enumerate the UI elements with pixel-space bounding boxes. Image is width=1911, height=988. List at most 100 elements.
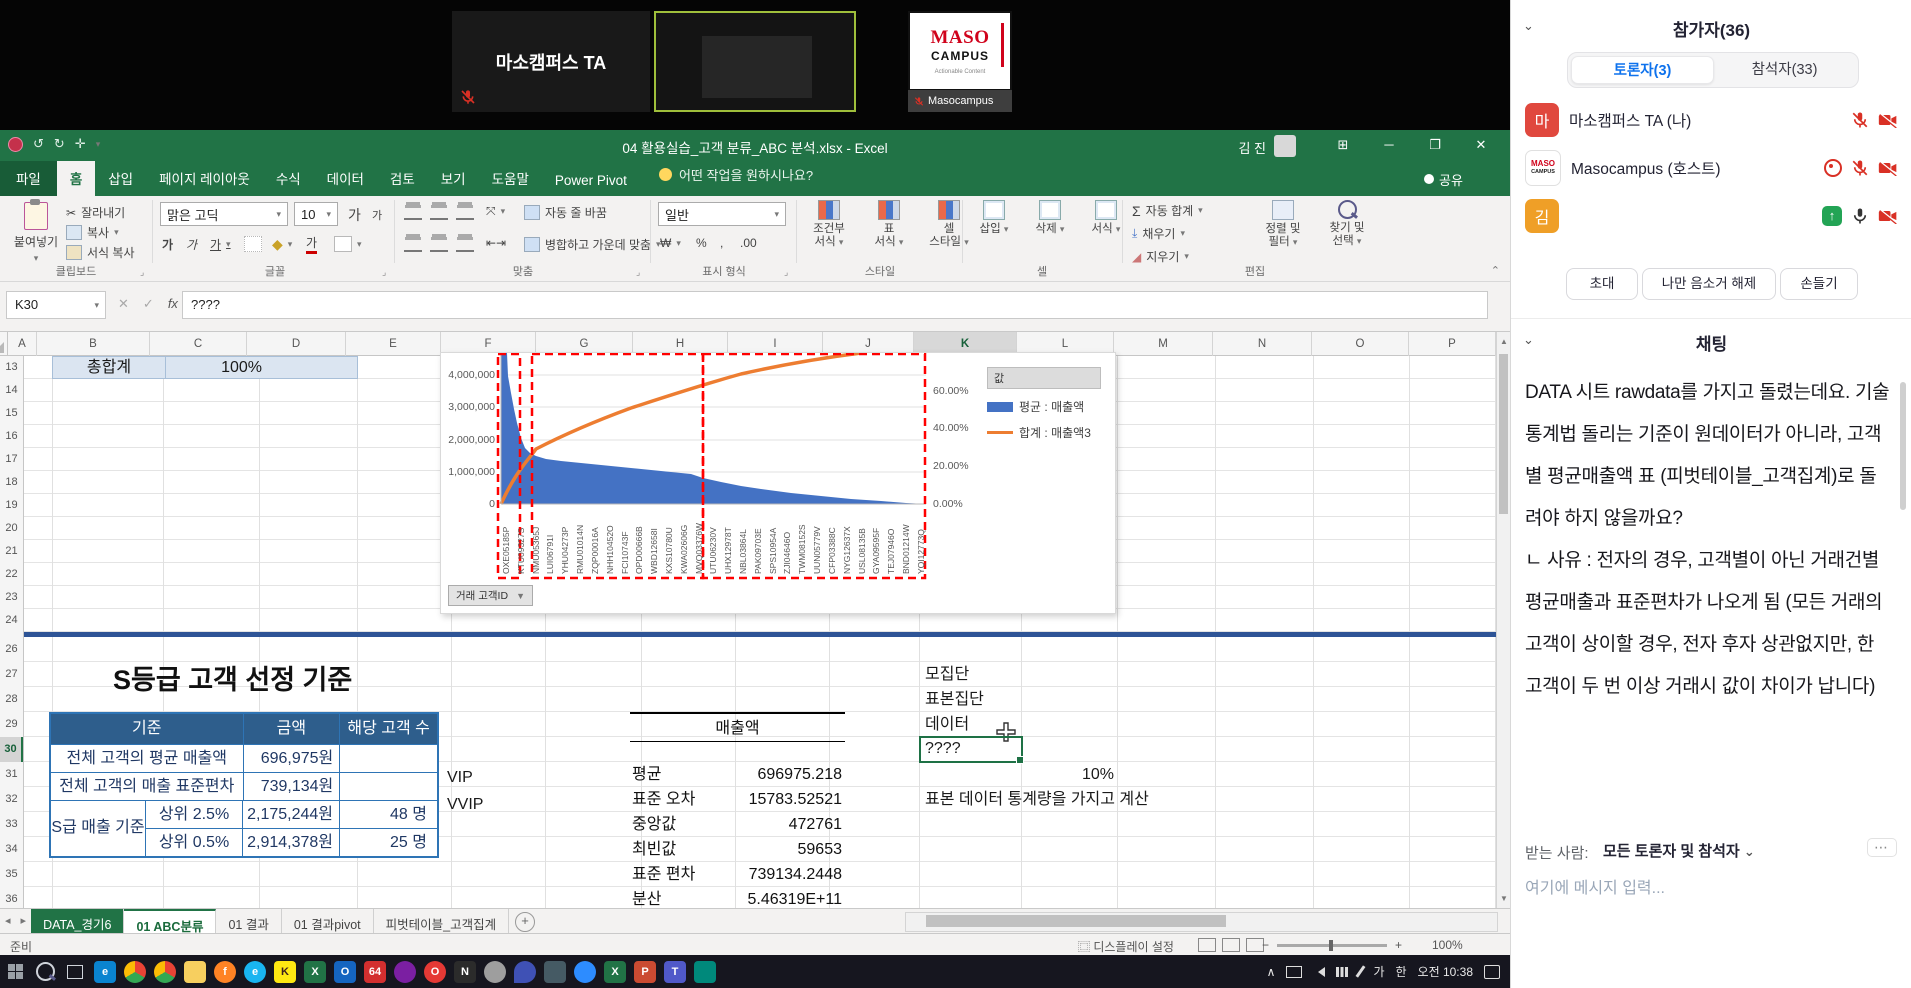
dialog-launcher-icon[interactable]: ⌟: [784, 267, 788, 278]
column-header[interactable]: P: [1409, 332, 1496, 356]
scroll-up-icon[interactable]: ▲: [1500, 337, 1508, 346]
close-button[interactable]: ✕: [1464, 137, 1498, 153]
row-header[interactable]: 17: [0, 448, 23, 471]
row-header[interactable]: 29: [0, 712, 23, 737]
taskbar-app-edge[interactable]: e: [94, 961, 116, 983]
grow-font-button[interactable]: 가: [348, 205, 361, 225]
ribbon-tab[interactable]: 파일: [0, 161, 57, 196]
pareto-chart[interactable]: 4,000,000 3,000,000 2,000,000 1,000,000 …: [440, 352, 1116, 614]
chart-legend[interactable]: 값 평균 : 매출액 합계 : 매출액3: [987, 367, 1103, 441]
raise-hand-button[interactable]: 손들기: [1780, 268, 1858, 300]
collapse-ribbon-icon[interactable]: ⌃: [1491, 264, 1500, 277]
format-painter-button[interactable]: 서식 복사: [66, 244, 135, 261]
merge-center-button[interactable]: 병합하고 가운데 맞춤▾: [524, 236, 661, 253]
row-header[interactable]: 14: [0, 379, 23, 402]
unmute-myself-button[interactable]: 나만 음소거 해제: [1642, 268, 1776, 300]
sort-filter-button[interactable]: 정렬 및필터 ▾: [1254, 200, 1312, 249]
search-icon[interactable]: [30, 955, 60, 988]
fill-button[interactable]: ⤓채우기▾: [1132, 225, 1185, 242]
font-size-combo[interactable]: 10▾: [294, 202, 338, 226]
ribbon-tab[interactable]: 데이터: [314, 161, 377, 196]
name-box[interactable]: K30▾: [6, 291, 106, 319]
video-tile-1[interactable]: 마소캠퍼스 TA: [452, 11, 650, 112]
row-header[interactable]: 35: [0, 862, 23, 887]
notification-center-icon[interactable]: [1484, 965, 1500, 979]
column-header[interactable]: A: [8, 332, 37, 356]
column-header[interactable]: N: [1213, 332, 1312, 356]
column-header[interactable]: C: [150, 332, 247, 356]
zoom-slider[interactable]: −+: [1262, 938, 1402, 952]
align-center-icon[interactable]: [430, 240, 448, 252]
avatar[interactable]: [1274, 135, 1296, 157]
chat-scrollbar[interactable]: [1900, 382, 1906, 510]
font-color-button[interactable]: 가: [306, 234, 317, 254]
taskbar-app-file-explorer[interactable]: [184, 961, 206, 983]
video-tile-2-active-speaker[interactable]: [654, 11, 856, 112]
ime-han[interactable]: 한: [1396, 963, 1407, 980]
cut-button[interactable]: ✂잘라내기: [66, 204, 125, 221]
sheet-tab[interactable]: 피벗테이블_고객집계: [374, 909, 509, 933]
taskbar-app-notion[interactable]: N: [454, 961, 476, 983]
task-view-icon[interactable]: [60, 955, 90, 988]
underline-button[interactable]: 가▾: [210, 236, 231, 253]
dialog-launcher-icon[interactable]: ⌟: [382, 267, 386, 278]
formula-input[interactable]: ????: [182, 291, 1488, 319]
column-header[interactable]: D: [247, 332, 346, 356]
style-button[interactable]: 조건부서식 ▾: [804, 200, 854, 249]
cells-button[interactable]: 삭제 ▾: [1028, 200, 1072, 236]
column-header[interactable]: M: [1114, 332, 1213, 356]
align-left-icon[interactable]: [404, 240, 422, 252]
taskbar-app-firefox[interactable]: f: [214, 961, 236, 983]
row-header[interactable]: 22: [0, 563, 23, 586]
ime-ga[interactable]: 가: [1373, 963, 1384, 980]
align-bottom-icon[interactable]: [456, 208, 474, 220]
display-tray-icon[interactable]: [1286, 966, 1302, 978]
row-header[interactable]: 16: [0, 425, 23, 448]
taskbar-app-chrome-2[interactable]: [154, 961, 176, 983]
row-header[interactable]: 36: [0, 887, 23, 908]
share-button[interactable]: 공유: [1424, 162, 1504, 196]
zoom-level[interactable]: 100%: [1432, 938, 1463, 952]
row-header[interactable]: 19: [0, 494, 23, 517]
row-header[interactable]: 13: [0, 356, 23, 379]
taskbar-app-ie[interactable]: e: [244, 961, 266, 983]
decimal-buttons[interactable]: .00: [740, 236, 757, 250]
row-header[interactable]: 28: [0, 687, 23, 712]
taskbar-app-maps-pin[interactable]: [514, 961, 536, 983]
taskbar-app-excel-2[interactable]: X: [604, 961, 626, 983]
sheet-tab[interactable]: 01 ABC분류: [124, 909, 216, 933]
style-button[interactable]: 셀스타일 ▾: [924, 200, 974, 249]
find-select-button[interactable]: 찾기 및선택 ▾: [1318, 200, 1376, 248]
autosum-button[interactable]: Σ자동 합계▾: [1132, 202, 1203, 219]
restore-button[interactable]: ❐: [1418, 137, 1452, 153]
pivot-grand-total-row[interactable]: 총합계 100%: [52, 356, 358, 379]
system-tray[interactable]: ∧ 가 한 오전 10:38: [1267, 963, 1510, 980]
sheet-tab[interactable]: DATA_경기6: [31, 909, 124, 933]
pen-icon[interactable]: [1356, 965, 1366, 977]
ribbon-tab[interactable]: 수식: [263, 161, 314, 196]
signed-in-user[interactable]: 김 진: [1238, 138, 1266, 157]
comma-style-button[interactable]: ,: [720, 236, 723, 250]
ribbon-tab[interactable]: 도움말: [479, 161, 542, 196]
taskbar-app-excel[interactable]: X: [304, 961, 326, 983]
ribbon-display-options-icon[interactable]: ⊞: [1326, 137, 1360, 153]
indent-buttons[interactable]: ⇤⇥: [486, 236, 506, 250]
accounting-format-button[interactable]: ₩▾: [660, 236, 681, 250]
sheet-tab[interactable]: 01 결과pivot: [282, 909, 374, 933]
bold-button[interactable]: 가: [162, 236, 173, 253]
row-header[interactable]: 27: [0, 662, 23, 687]
column-header[interactable]: E: [346, 332, 441, 356]
values-field-button[interactable]: 값: [987, 367, 1101, 389]
ribbon-tab[interactable]: 보기: [428, 161, 479, 196]
scrollbar-thumb[interactable]: [1499, 354, 1508, 514]
vertical-scrollbar[interactable]: ▲ ▼: [1496, 332, 1510, 908]
copy-button[interactable]: 복사▾: [66, 224, 119, 241]
row-header[interactable]: 21: [0, 540, 23, 563]
row-header[interactable]: 20: [0, 517, 23, 540]
ribbon-tab[interactable]: 페이지 레이아웃: [146, 161, 263, 196]
wrap-text-button[interactable]: 자동 줄 바꿈: [524, 204, 607, 221]
paste-button[interactable]: 붙여넣기▾: [10, 202, 62, 264]
display-settings-button[interactable]: ⿴ 디스플레이 설정: [1078, 938, 1174, 955]
taskbar-app-teams[interactable]: T: [664, 961, 686, 983]
dialog-launcher-icon[interactable]: ⌟: [636, 267, 640, 278]
